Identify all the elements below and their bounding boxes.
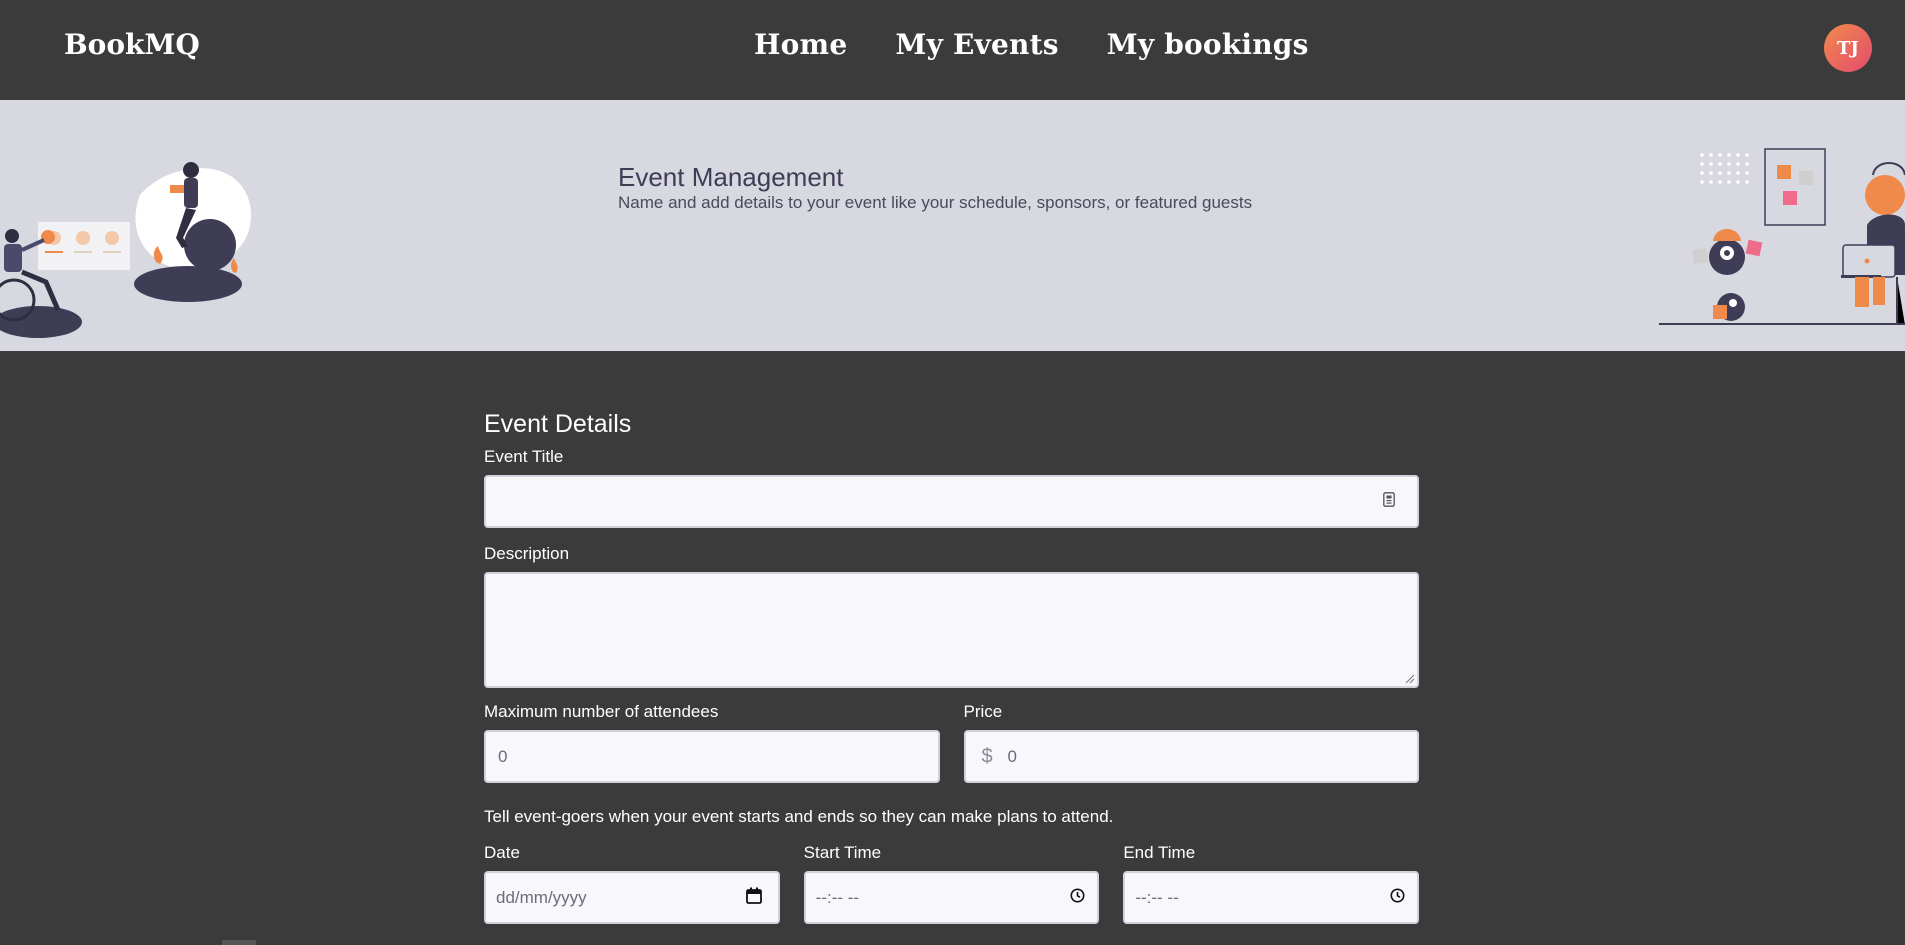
price-group: Price $ (963, 702, 1419, 783)
event-title-input[interactable] (486, 477, 1417, 526)
max-attendees-field[interactable] (484, 730, 940, 783)
date-label: Date (484, 843, 520, 862)
hero-subtitle: Name and add details to your event like … (618, 193, 1253, 212)
hero-banner: Event Management Name and add details to… (0, 100, 1905, 351)
schedule-info-text: Tell event-goers when your event starts … (484, 807, 1114, 826)
event-title-label: Event Title (484, 447, 564, 466)
id-card-icon (1383, 491, 1395, 512)
event-title-field[interactable] (484, 475, 1419, 528)
resize-grip-icon[interactable] (1405, 674, 1415, 684)
end-time-group: End Time --:-- -- (1123, 843, 1420, 924)
top-navbar: BookMQ Home My Events My bookings TJ (0, 0, 1905, 100)
max-attendees-group: Maximum number of attendees (484, 702, 940, 783)
brand-logo-link[interactable]: BookMQ (64, 28, 200, 61)
nav-link-home[interactable]: Home (754, 28, 847, 61)
date-placeholder: dd/mm/yyyy (496, 887, 587, 907)
price-field[interactable]: $ (963, 730, 1419, 783)
nav-link-my-events[interactable]: My Events (895, 28, 1058, 61)
end-time-label: End Time (1123, 843, 1196, 862)
date-time-row: Date dd/mm/yyyy Start Time --:-- -- End … (484, 843, 1420, 924)
main-nav: Home My Events My bookings (754, 28, 1309, 61)
description-field[interactable] (484, 572, 1419, 688)
start-time-placeholder: --:-- -- (815, 887, 860, 907)
user-avatar[interactable]: TJ (1824, 24, 1872, 72)
clock-icon[interactable] (1070, 888, 1085, 908)
calendar-icon[interactable] (745, 887, 762, 909)
end-time-placeholder: --:-- -- (1135, 887, 1179, 907)
start-time-label: Start Time (803, 843, 882, 862)
bottom-scroll-handle[interactable] (222, 940, 256, 945)
description-label: Description (484, 544, 570, 563)
end-time-field[interactable]: --:-- -- (1123, 871, 1420, 924)
clock-icon[interactable] (1390, 888, 1405, 908)
hero-title: Event Management (618, 162, 844, 192)
max-attendees-input[interactable] (486, 732, 938, 781)
attendees-price-row: Maximum number of attendees Price $ (484, 702, 1419, 783)
start-time-field[interactable]: --:-- -- (803, 871, 1100, 924)
section-title: Event Details (484, 410, 632, 438)
description-textarea[interactable] (486, 574, 1417, 686)
price-label: Price (963, 702, 1003, 721)
left-illustration (0, 162, 251, 338)
right-illustration (1659, 148, 1905, 325)
date-group: Date dd/mm/yyyy (484, 843, 780, 924)
max-attendees-label: Maximum number of attendees (484, 702, 719, 721)
start-time-group: Start Time --:-- -- (803, 843, 1100, 924)
date-field[interactable]: dd/mm/yyyy (484, 871, 780, 924)
event-details-form: Event Details Event Title Description Ma… (484, 410, 1420, 924)
dollar-sign-icon: $ (981, 745, 993, 767)
price-input[interactable] (965, 732, 1417, 781)
nav-link-my-bookings[interactable]: My bookings (1107, 28, 1309, 61)
